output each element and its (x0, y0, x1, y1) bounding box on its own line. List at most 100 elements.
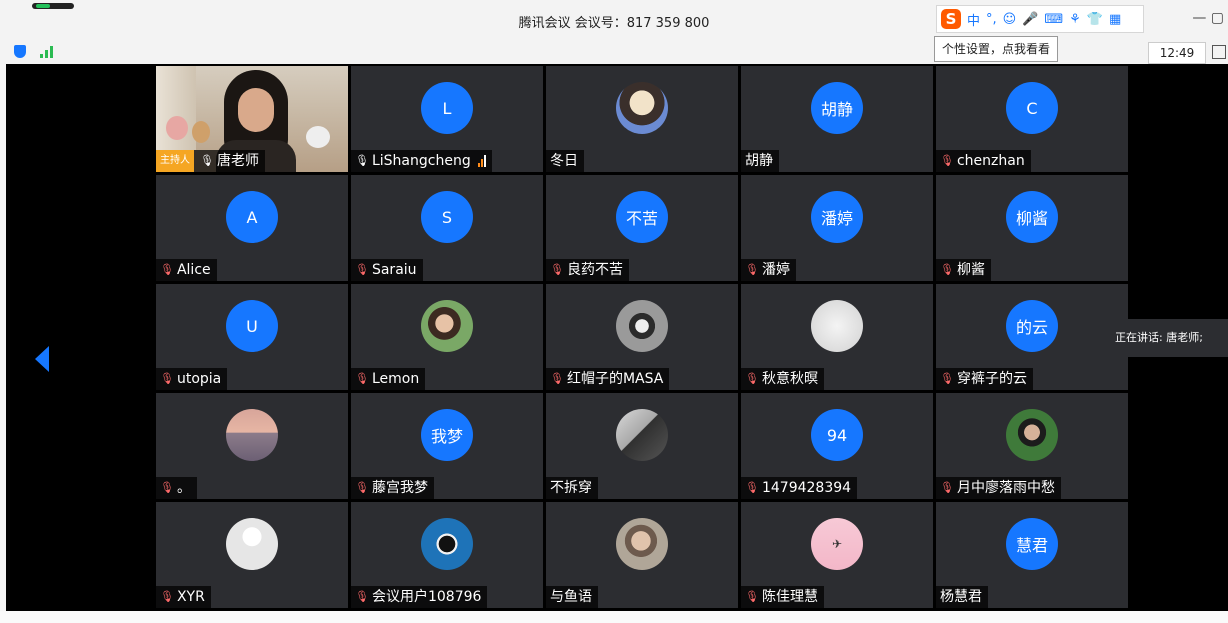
mic-on-icon: 🎙 (200, 154, 214, 167)
participant-tile[interactable]: 不苦 🎙 良药不苦 (546, 175, 738, 281)
participant-tile[interactable]: 慧君 杨慧君 (936, 502, 1128, 608)
participant-nametag: 与鱼语 (546, 586, 598, 608)
title-bar: 腾讯会议 会议号：817 359 800 S 中 °, ☺ 🎤 ⌨ ⚘ 👕 ▦ … (0, 0, 1228, 41)
mic-muted-icon: 🎙 (940, 263, 954, 276)
participant-tile[interactable]: 的云 🎙 穿裤子的云 (936, 284, 1128, 390)
participant-nametag: 🎙 潘婷 (741, 259, 796, 281)
participant-tile[interactable]: 与鱼语 (546, 502, 738, 608)
participant-tile[interactable]: C 🎙 chenzhan (936, 66, 1128, 172)
participant-name: 胡静 (745, 153, 773, 169)
participant-nametag: 🎙 Saraiu (351, 259, 423, 281)
participant-nametag: 胡静 (741, 150, 779, 172)
participant-tile[interactable]: 冬日 (546, 66, 738, 172)
tools-icon[interactable]: ⚘ (1069, 12, 1081, 27)
pink-sky-plane-avatar: ✈ (811, 518, 863, 570)
participant-name: 会议用户108796 (371, 589, 482, 605)
mic-muted-icon: 🎙 (940, 372, 954, 385)
avatar: 慧君 (1006, 518, 1058, 570)
mic-muted-icon: 🎙 (940, 154, 954, 167)
participant-tile[interactable]: 胡静 胡静 (741, 66, 933, 172)
participant-name: 冬日 (550, 153, 578, 169)
anime-girl-avatar (616, 82, 668, 134)
mic-muted-icon: 🎙 (355, 481, 369, 494)
participant-tile[interactable]: 🎙 会议用户108796 (351, 502, 543, 608)
participant-tile[interactable]: 柳酱 🎙 柳酱 (936, 175, 1128, 281)
previous-page-arrow-icon[interactable] (35, 346, 49, 372)
participant-name: 秋意秋暝 (761, 371, 818, 387)
participant-tile[interactable]: 不拆穿 (546, 393, 738, 499)
participant-nametag: 🎙 秋意秋暝 (741, 368, 824, 390)
participant-tile[interactable]: 我梦 🎙 藤宫我梦 (351, 393, 543, 499)
window-controls[interactable]: — ▢ (1192, 10, 1224, 26)
participant-tile[interactable]: 🎙 秋意秋暝 (741, 284, 933, 390)
participant-tile[interactable]: 主持人 🎙 唐老师 (156, 66, 348, 172)
menu-grid-icon[interactable]: ▦ (1109, 12, 1121, 27)
participant-tile[interactable]: 🎙 红帽子的MASA (546, 284, 738, 390)
participant-tile[interactable]: 🎙 。 (156, 393, 348, 499)
participant-nametag: 🎙 陈佳理慧 (741, 586, 824, 608)
avatar: 不苦 (616, 191, 668, 243)
host-badge: 主持人 (156, 150, 194, 172)
participant-tile[interactable]: U 🎙 utopia (156, 284, 348, 390)
ime-tooltip: 个性设置，点我看看 (934, 36, 1059, 62)
default-person-avatar (226, 518, 278, 570)
plane-icon: ✈ (831, 537, 843, 551)
raccoon-avatar (616, 300, 668, 352)
participant-name: 。 (176, 480, 191, 496)
participant-name: 柳酱 (956, 262, 985, 278)
ime-punct-icon[interactable]: °, (986, 12, 997, 27)
participant-nametag: 🎙 良药不苦 (546, 259, 629, 281)
participant-name: 与鱼语 (550, 589, 592, 605)
participant-name: Lemon (371, 371, 420, 387)
participant-tile[interactable]: 🎙 XYR (156, 502, 348, 608)
emoji-icon[interactable]: ☺ (1003, 12, 1017, 27)
participant-nametag: 🎙 utopia (156, 368, 228, 390)
mic-muted-icon: 🎙 (160, 263, 174, 276)
participant-tile[interactable]: S 🎙 Saraiu (351, 175, 543, 281)
voice-icon[interactable]: 🎤 (1022, 12, 1038, 27)
participant-tile[interactable]: 🎙 Lemon (351, 284, 543, 390)
participant-name: 藤宫我梦 (371, 480, 428, 496)
avatar: 我梦 (421, 409, 473, 461)
participant-nametag: 🎙 Lemon (351, 368, 426, 390)
participant-tile[interactable]: 🎙 月中廖落雨中愁 (936, 393, 1128, 499)
ime-mode[interactable]: 中 (967, 10, 980, 29)
blue-cartoon-avatar (421, 518, 473, 570)
avatar: U (226, 300, 278, 352)
meeting-clock: 12:49 (1148, 42, 1206, 64)
signal-strength-icon (477, 155, 486, 167)
sogou-logo-icon[interactable]: S (941, 9, 961, 29)
participant-name: 不拆穿 (550, 480, 592, 496)
layout-icon[interactable] (1212, 45, 1226, 59)
participant-tile[interactable]: A 🎙 Alice (156, 175, 348, 281)
avatar: L (421, 82, 473, 134)
participant-name: 红帽子的MASA (566, 371, 664, 387)
participant-name: 1479428394 (761, 480, 852, 496)
participant-name: utopia (176, 371, 222, 387)
participant-nametag: 🎙 。 (156, 477, 197, 499)
participant-name: chenzhan (956, 153, 1025, 169)
participant-tile[interactable]: 潘婷 🎙 潘婷 (741, 175, 933, 281)
participant-name: XYR (176, 589, 205, 605)
hooded-figure-avatar (616, 409, 668, 461)
participant-tile[interactable]: L 🎙 LiShangcheng (351, 66, 543, 172)
mic-muted-icon: 🎙 (745, 263, 759, 276)
mic-muted-icon: 🎙 (940, 481, 954, 494)
participant-nametag: 🎙 会议用户108796 (351, 586, 488, 608)
ime-toolbar[interactable]: S 中 °, ☺ 🎤 ⌨ ⚘ 👕 ▦ (936, 5, 1144, 33)
mic-muted-icon: 🎙 (550, 372, 564, 385)
participant-name: 穿裤子的云 (956, 371, 1027, 387)
participant-nametag: 🎙 红帽子的MASA (546, 368, 670, 390)
sketch-avatar (811, 300, 863, 352)
skin-icon[interactable]: 👕 (1087, 12, 1103, 27)
security-shield-icon[interactable] (14, 45, 26, 58)
participant-nametag: 🎙 Alice (156, 259, 217, 281)
avatar: C (1006, 82, 1058, 134)
keyboard-icon[interactable]: ⌨ (1044, 12, 1063, 27)
mic-on-icon: 🎙 (355, 154, 369, 167)
participant-tile[interactable]: 94 🎙 1479428394 (741, 393, 933, 499)
child-photo-avatar (616, 518, 668, 570)
participant-nametag: 🎙 月中廖落雨中愁 (936, 477, 1061, 499)
network-signal-icon[interactable] (40, 46, 53, 58)
participant-tile[interactable]: ✈ 🎙 陈佳理慧 (741, 502, 933, 608)
